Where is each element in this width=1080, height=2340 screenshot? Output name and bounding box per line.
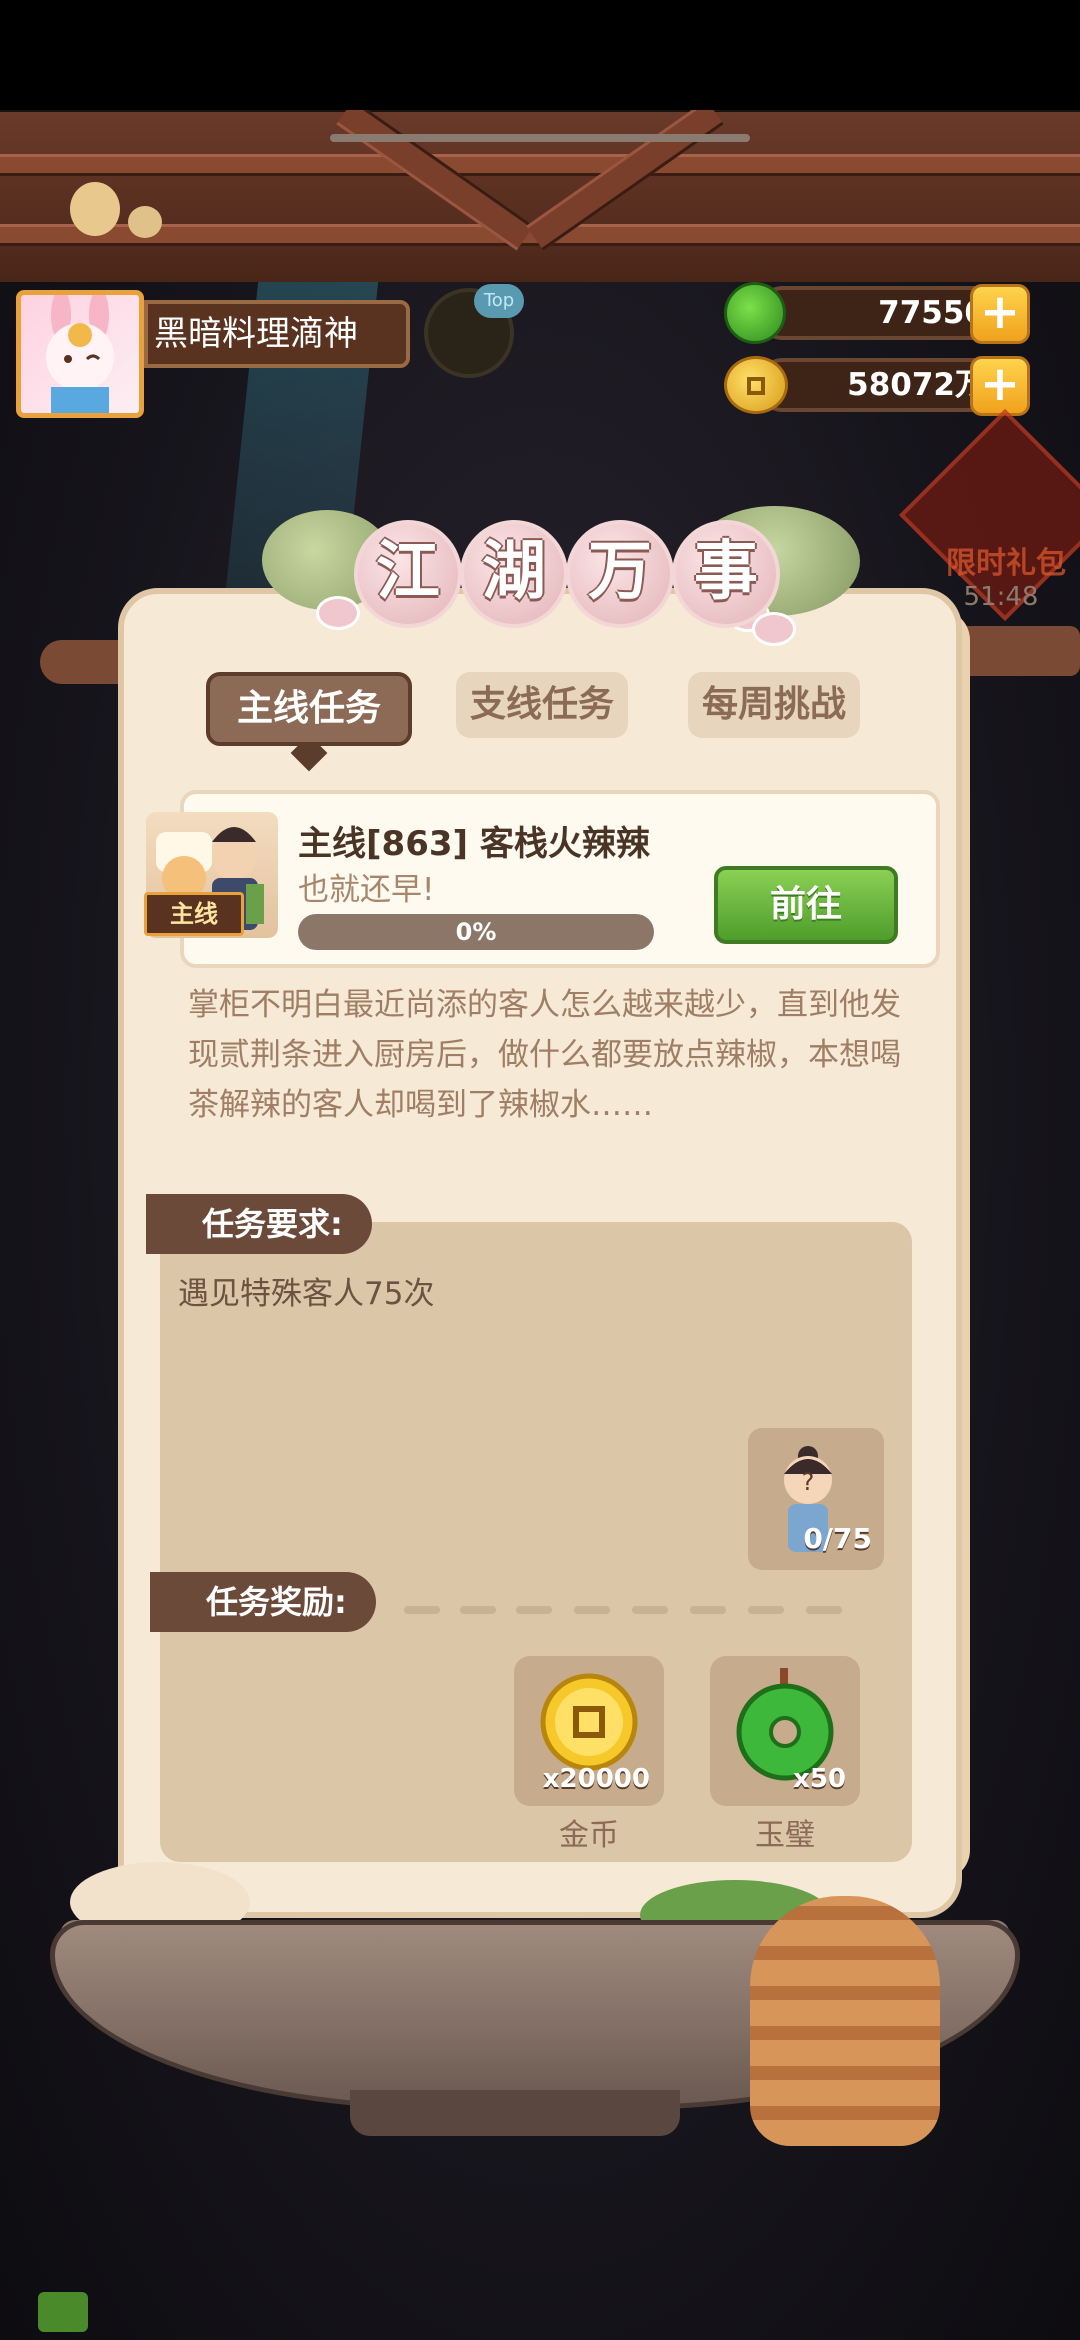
jade-icon xyxy=(724,282,786,344)
chick-figurine-small xyxy=(128,206,162,238)
reward-name: 玉璧 xyxy=(755,1818,815,1853)
jade-add-button[interactable]: + xyxy=(970,284,1030,344)
tab-side-quest[interactable]: 支线任务 xyxy=(456,672,628,738)
requirements-label: 任务要求: xyxy=(146,1194,372,1254)
top-badge: Top xyxy=(474,284,524,318)
reward-name: 金币 xyxy=(559,1818,619,1853)
roof-beam-top xyxy=(0,154,1080,176)
requirement-text: 遇见特殊客人75次 xyxy=(178,1276,435,1312)
coin-amount: 58072万 xyxy=(847,367,986,403)
chick-figurine xyxy=(70,182,120,236)
player-name: 黑暗料理滴神 xyxy=(144,300,410,368)
divider xyxy=(516,1606,552,1614)
chat-icon[interactable] xyxy=(38,2292,88,2332)
panel-title-char: 江 xyxy=(376,535,440,609)
jade-amount: 77550 xyxy=(878,295,986,331)
panel-title-char: 万 xyxy=(588,535,652,609)
tab-weekly-challenge[interactable]: 每周挑战 xyxy=(688,672,860,738)
reward-quantity: x50 xyxy=(793,1764,846,1794)
bunny-avatar-icon xyxy=(46,295,114,413)
divider xyxy=(690,1606,726,1614)
coin-hole-icon xyxy=(747,377,765,395)
requirement-progress: 0/75 xyxy=(803,1522,872,1555)
status-bar xyxy=(0,0,1080,110)
coin-icon xyxy=(724,356,788,414)
quest-description: 掌柜不明白最近尚添的客人怎么越来越少，直到他发现贰荆条进入厨房后，做什么都要放点… xyxy=(188,987,901,1123)
gift-pack-label: 限时礼包 xyxy=(946,546,1066,581)
reward-quantity: x20000 xyxy=(542,1764,650,1794)
cat-mascot-icon xyxy=(750,1896,940,2146)
coin-add-button[interactable]: + xyxy=(970,356,1030,416)
quest-progress-text: 0% xyxy=(455,918,497,946)
svg-text:?: ? xyxy=(802,1468,815,1496)
quest-type-tag: 主线 xyxy=(144,892,244,936)
avatar[interactable] xyxy=(16,290,144,418)
divider xyxy=(460,1606,496,1614)
divider xyxy=(632,1606,668,1614)
tab-main-quest[interactable]: 主线任务 xyxy=(206,672,412,746)
drag-handle[interactable] xyxy=(330,134,750,142)
divider xyxy=(806,1606,842,1614)
quest-subtitle: 也就还早! xyxy=(298,872,435,908)
quest-title: 主线[863] 客栈火辣辣 xyxy=(298,824,650,864)
panel-title-char: 事 xyxy=(694,535,758,609)
rewards-label: 任务奖励: xyxy=(150,1572,376,1632)
divider xyxy=(748,1606,784,1614)
coin-currency-bar: 58072万 xyxy=(756,358,1004,412)
jade-currency-bar: 77550 xyxy=(756,286,1004,340)
go-button[interactable]: 前往 xyxy=(714,866,898,944)
divider xyxy=(574,1606,610,1614)
bowl-base xyxy=(350,2090,680,2136)
panel-title-char: 湖 xyxy=(482,535,546,609)
divider xyxy=(404,1606,440,1614)
